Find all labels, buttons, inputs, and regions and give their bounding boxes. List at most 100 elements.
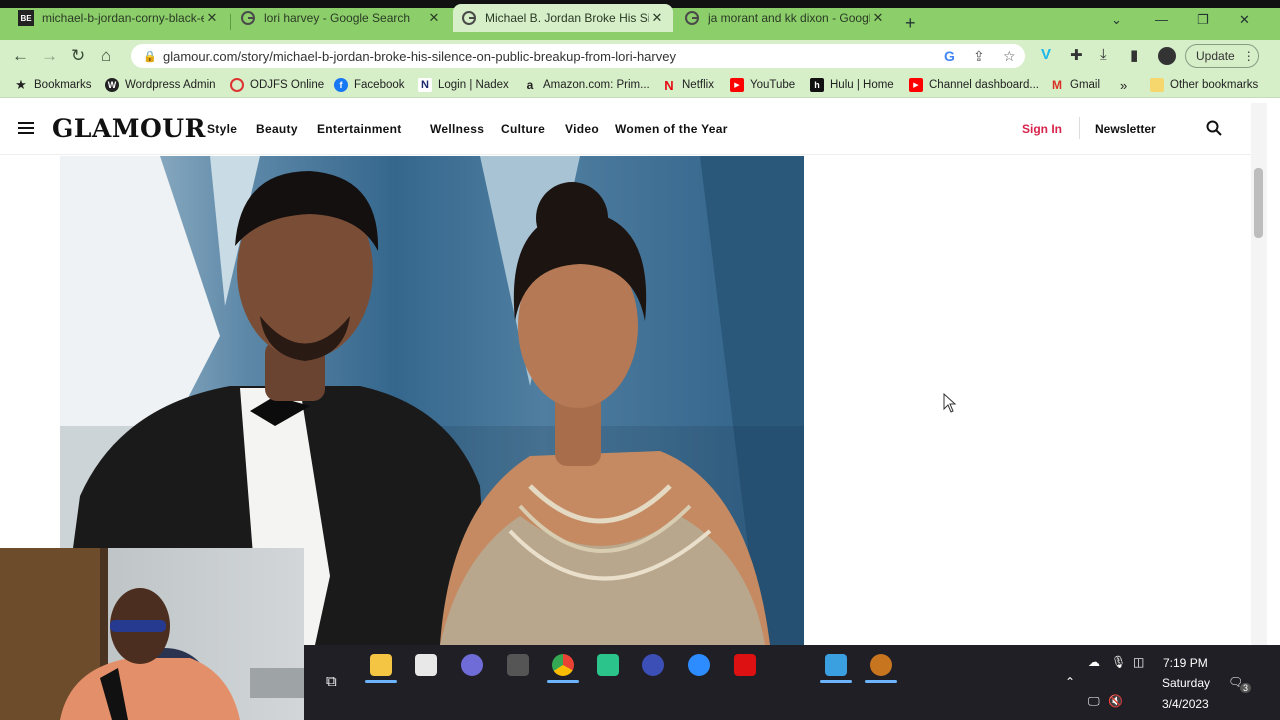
close-icon[interactable]: ✕ <box>426 10 442 26</box>
bookmark-label: Facebook <box>354 79 405 91</box>
bookmark-item[interactable]: N Netflix <box>662 78 714 93</box>
webcam-overlay <box>0 548 304 720</box>
task-view-icon[interactable]: ⧉ <box>326 673 337 690</box>
newsletter-link[interactable]: Newsletter <box>1095 122 1156 136</box>
tab-title: michael-b-jordan-corny-black-e... <box>42 11 204 25</box>
nadex-icon: N <box>418 78 432 92</box>
nav-item-style[interactable]: Style <box>207 122 237 136</box>
bookmark-label: YouTube <box>750 79 796 91</box>
reload-icon[interactable]: ↻ <box>71 46 85 66</box>
youtube-icon: ▶ <box>909 78 923 92</box>
bookmark-label: ODJFS Online <box>250 79 325 91</box>
webcam-illustration <box>0 548 304 720</box>
webcam-tray-icon[interactable]: ◫ <box>1133 655 1144 669</box>
nav-item-culture[interactable]: Culture <box>501 122 545 136</box>
minimize-icon[interactable]: — <box>1155 12 1168 27</box>
photos-icon[interactable] <box>825 654 847 676</box>
nav-item-video[interactable]: Video <box>565 122 599 136</box>
mouse-cursor-icon <box>943 393 957 413</box>
address-bar[interactable]: 🔒 glamour.com/story/michael-b-jordan-bro… <box>131 44 1025 68</box>
extensions-puzzle-icon[interactable]: ✚ <box>1070 46 1083 64</box>
close-icon[interactable]: ✕ <box>649 10 665 26</box>
camera-app-icon[interactable] <box>507 654 529 676</box>
tab-4[interactable]: ja morant and kk dixon - Google ✕ <box>676 4 894 32</box>
bookmark-label: Bookmarks <box>34 79 92 91</box>
active-app-indicator <box>365 680 397 683</box>
bookmark-item[interactable]: h Hulu | Home <box>810 78 894 92</box>
more-menu-icon[interactable]: ⋮ <box>1243 49 1255 63</box>
bookmark-item[interactable]: f Facebook <box>334 78 405 92</box>
circle-icon <box>230 78 244 92</box>
microsoft-store-icon[interactable] <box>415 654 437 676</box>
close-icon[interactable]: ✕ <box>204 10 220 26</box>
site-logo[interactable]: GLAMOUR <box>52 114 206 143</box>
search-icon[interactable] <box>1206 120 1222 136</box>
bookmark-item[interactable]: N Login | Nadex <box>418 78 509 92</box>
tab-title: ja morant and kk dixon - Google <box>708 11 870 25</box>
bookmarks-overflow-icon[interactable]: » <box>1120 78 1127 93</box>
restore-icon[interactable]: ❐ <box>1197 12 1209 28</box>
app-icon[interactable] <box>642 654 664 676</box>
google-lens-icon[interactable]: G <box>944 48 955 64</box>
bookmark-item[interactable]: a Amazon.com: Prim... <box>523 78 650 92</box>
hulu-icon: h <box>810 78 824 92</box>
google-icon <box>240 10 256 26</box>
tab-3-active[interactable]: Michael B. Jordan Broke His Silen ✕ <box>453 4 673 32</box>
tab-title: Michael B. Jordan Broke His Silen <box>485 11 649 25</box>
vimeo-extension-icon[interactable]: V <box>1041 46 1051 63</box>
onedrive-cloud-icon[interactable]: ☁ <box>1088 655 1100 669</box>
bookmark-item[interactable]: ★ Bookmarks <box>14 77 92 92</box>
nav-item-wellness[interactable]: Wellness <box>430 122 484 136</box>
youtube-icon: ▶ <box>730 78 744 92</box>
bookmark-label: Other bookmarks <box>1170 79 1259 91</box>
scrollbar-thumb[interactable] <box>1254 168 1263 238</box>
url-text: glamour.com/story/michael-b-jordan-broke… <box>163 48 676 64</box>
update-button[interactable]: Update ⋮ <box>1185 44 1259 68</box>
share-icon[interactable]: ⇪ <box>973 48 985 65</box>
app-icon[interactable] <box>597 654 619 676</box>
update-label: Update <box>1196 49 1235 63</box>
be-favicon-icon: BE <box>18 10 34 26</box>
bookmark-item[interactable]: ODJFS Online <box>230 78 324 92</box>
tab-1[interactable]: BE michael-b-jordan-corny-black-e... ✕ <box>10 4 228 32</box>
clock-time[interactable]: 7:19 PM <box>1163 656 1208 670</box>
clipchamp-icon[interactable] <box>461 654 483 676</box>
facebook-icon: f <box>334 78 348 92</box>
close-window-icon[interactable]: ✕ <box>1239 12 1250 28</box>
bookmark-item[interactable]: Other bookmarks <box>1150 78 1258 92</box>
back-icon[interactable]: ← <box>12 46 29 66</box>
bookmark-label: Netflix <box>682 79 714 91</box>
new-tab-button[interactable]: + <box>905 13 916 34</box>
bookmark-item[interactable]: ▶ Channel dashboard... <box>909 78 1039 92</box>
home-icon[interactable]: ⌂ <box>101 46 111 66</box>
nav-item-entertainment[interactable]: Entertainment <box>317 122 402 136</box>
close-icon[interactable]: ✕ <box>870 10 886 26</box>
app-icon[interactable] <box>870 654 892 676</box>
volume-muted-icon[interactable]: 🔇 <box>1108 694 1123 708</box>
bookmark-star-icon[interactable]: ☆ <box>1003 48 1016 65</box>
side-panel-icon[interactable]: ▮ <box>1130 46 1138 64</box>
tab-2[interactable]: lori harvey - Google Search ✕ <box>232 4 450 32</box>
nav-item-women-of-the-year[interactable]: Women of the Year <box>615 122 728 136</box>
profile-avatar[interactable] <box>1158 47 1176 65</box>
active-app-indicator <box>547 680 579 683</box>
file-explorer-icon[interactable] <box>370 654 392 676</box>
forward-icon[interactable]: → <box>41 46 58 66</box>
network-icon[interactable]: 🖵 <box>1088 694 1100 709</box>
wps-office-icon[interactable] <box>734 654 756 676</box>
sign-in-link[interactable]: Sign In <box>1022 122 1062 136</box>
bookmark-item[interactable]: W Wordpress Admin <box>105 78 216 92</box>
clock-date[interactable]: 3/4/2023 <box>1162 697 1209 711</box>
amazon-icon: a <box>526 78 534 92</box>
tab-search-chevron-icon[interactable]: ⌄ <box>1111 12 1122 28</box>
zoom-icon[interactable] <box>688 654 710 676</box>
bookmark-item[interactable]: ▶ YouTube <box>730 78 795 92</box>
clock-day[interactable]: Saturday <box>1162 676 1210 690</box>
chrome-icon[interactable] <box>552 654 574 676</box>
download-icon[interactable]: ⤓ <box>1100 46 1107 63</box>
microphone-icon[interactable]: 🎙 <box>1111 655 1126 669</box>
bookmark-item[interactable]: M Gmail <box>1050 78 1100 92</box>
show-hidden-icons-chevron-icon[interactable]: ⌃ <box>1065 675 1075 689</box>
nav-item-beauty[interactable]: Beauty <box>256 122 298 136</box>
hamburger-menu-icon[interactable] <box>18 122 34 137</box>
